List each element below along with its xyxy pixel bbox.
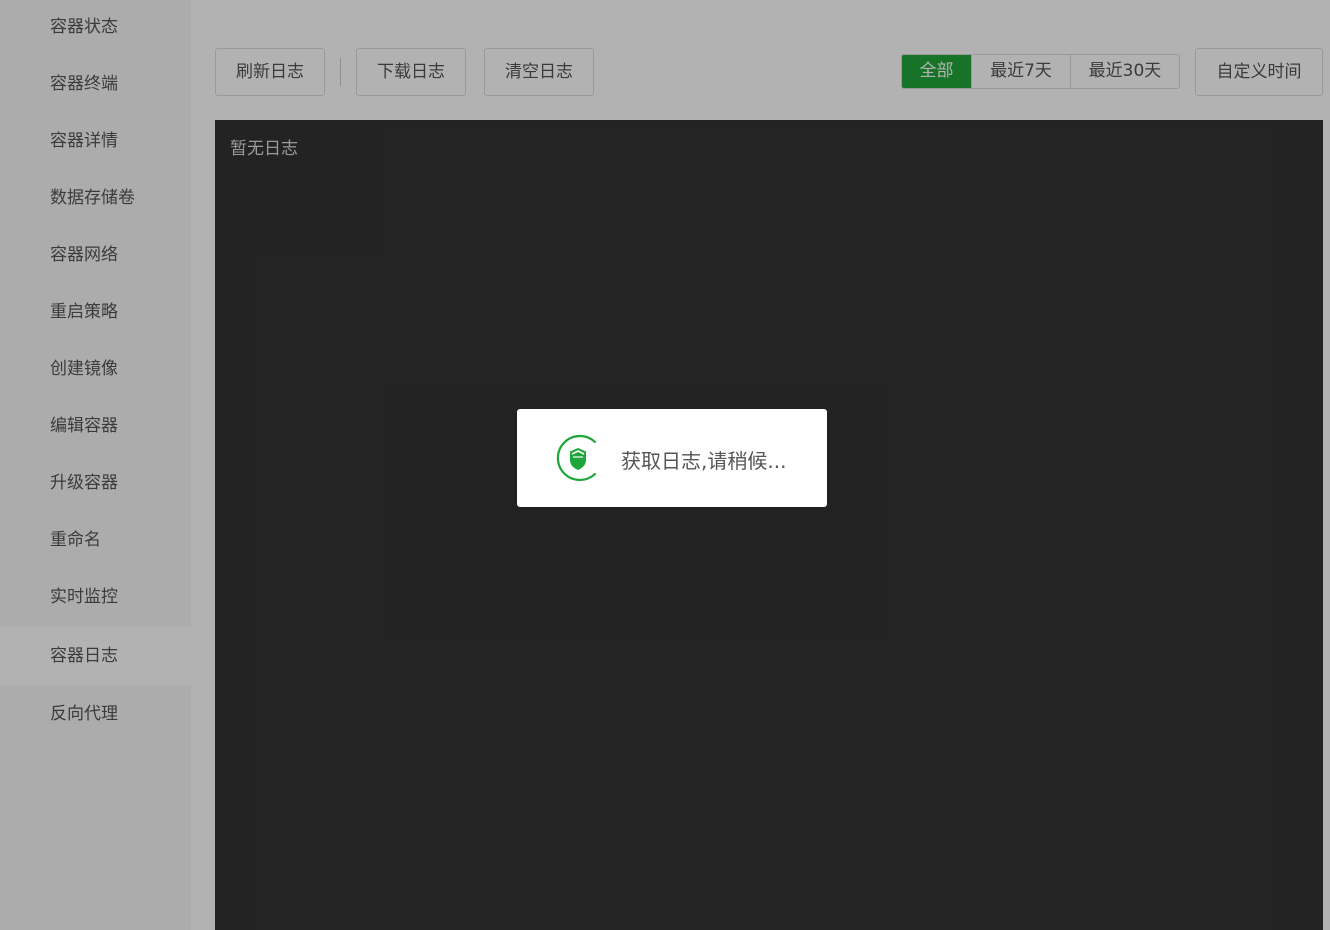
app-window: 容器状态 容器终端 容器详情 数据存储卷 容器网络 重启策略 创建镜像 编辑容器… xyxy=(0,0,1330,930)
loading-shield-spinner-icon xyxy=(556,434,597,482)
loading-dialog: 获取日志,请稍候... xyxy=(517,409,827,507)
loading-text: 获取日志,请稍候... xyxy=(621,449,787,473)
